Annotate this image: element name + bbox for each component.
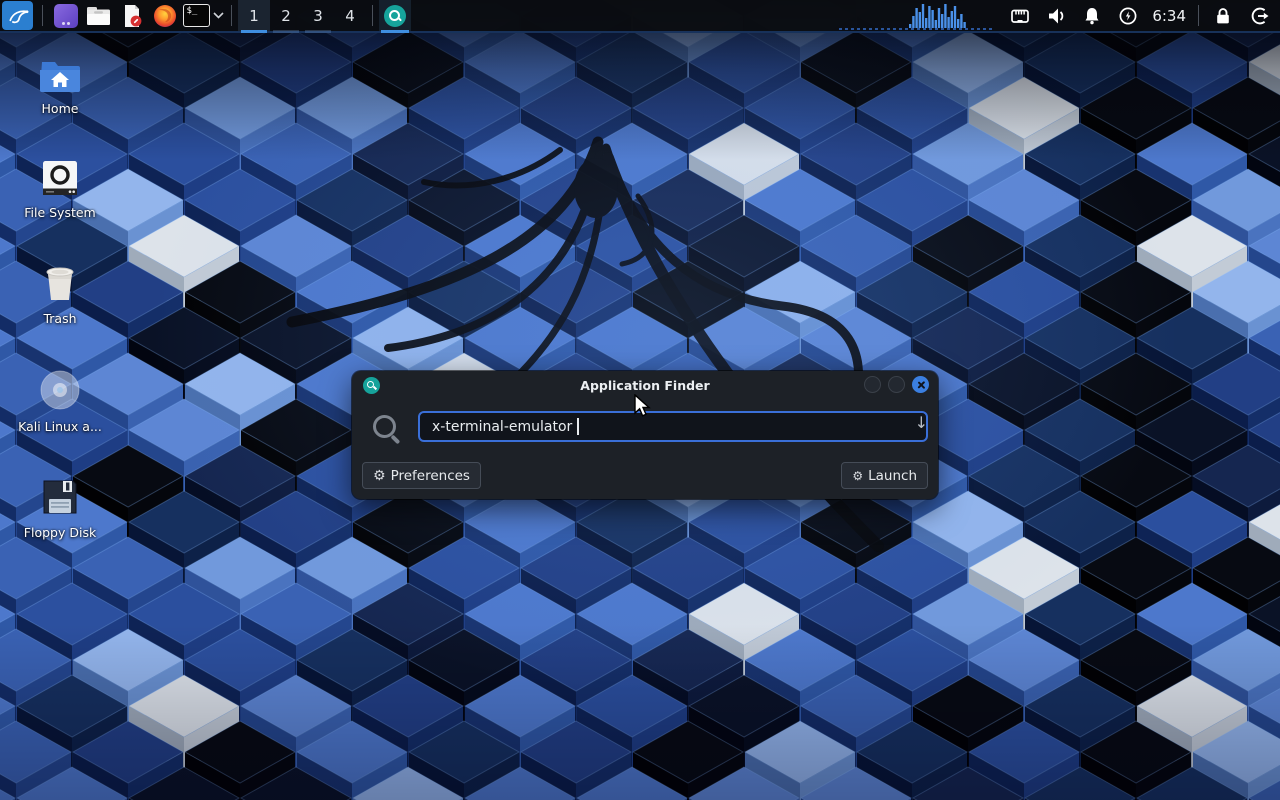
launch-button-label: Launch bbox=[868, 468, 917, 484]
floppy-disk-icon bbox=[39, 476, 81, 518]
files-app-icon bbox=[54, 4, 78, 28]
desktop-icon-trash[interactable]: Trash bbox=[10, 262, 110, 326]
panel-separator bbox=[372, 5, 373, 26]
clock[interactable]: 6:34 bbox=[1146, 7, 1192, 25]
desktop-icon-floppy-disk[interactable]: Floppy Disk bbox=[10, 476, 110, 540]
desktop-icon-file-system[interactable]: File System bbox=[10, 158, 110, 220]
launcher-files-app[interactable] bbox=[49, 1, 82, 30]
app-finder-active-underline bbox=[381, 30, 409, 33]
file-system-drive-icon bbox=[40, 158, 80, 198]
workspace-4[interactable]: 4 bbox=[334, 0, 366, 31]
launcher-terminal-dropdown[interactable] bbox=[211, 1, 225, 30]
minimize-button[interactable] bbox=[864, 376, 881, 393]
launcher-file-manager[interactable] bbox=[82, 1, 115, 30]
workspace-1[interactable]: 1 bbox=[238, 0, 270, 31]
application-finder-window: Application Finder ↓ ⚙ Preferences ⚙ Lau… bbox=[352, 371, 938, 499]
close-button[interactable] bbox=[912, 376, 929, 393]
button-row: ⚙ Preferences ⚙ Launch bbox=[352, 462, 938, 489]
volume-icon[interactable] bbox=[1045, 5, 1067, 27]
power-manager-icon[interactable] bbox=[1117, 5, 1139, 27]
panel-separator bbox=[231, 5, 232, 26]
logout-icon[interactable] bbox=[1248, 5, 1270, 27]
run-gear-icon: ⚙ bbox=[852, 469, 863, 483]
search-icon-large bbox=[371, 413, 403, 445]
lock-icon[interactable] bbox=[1212, 5, 1234, 27]
search-icon bbox=[384, 5, 406, 27]
launcher-text-editor[interactable] bbox=[115, 1, 148, 30]
workspace-3-label: 3 bbox=[313, 7, 323, 25]
panel-separator bbox=[1198, 5, 1199, 26]
desktop-icon-label: Floppy Disk bbox=[24, 525, 96, 540]
desktop-icon-label: File System bbox=[24, 205, 96, 220]
chevron-down-icon bbox=[213, 12, 224, 19]
desktop-icon-kali-docs[interactable]: Kali Linux a... bbox=[10, 368, 110, 434]
workspace-1-label: 1 bbox=[249, 7, 259, 25]
firefox-icon bbox=[153, 4, 177, 28]
workspace-4-label: 4 bbox=[345, 7, 355, 25]
kali-logo-icon bbox=[6, 4, 30, 28]
desktop-icon-label: Trash bbox=[43, 311, 76, 326]
launch-button[interactable]: ⚙ Launch bbox=[841, 462, 928, 489]
search-input[interactable] bbox=[418, 411, 928, 442]
panel-separator bbox=[42, 5, 43, 26]
applications-menu-button[interactable] bbox=[2, 1, 33, 30]
launcher-firefox[interactable] bbox=[148, 1, 181, 30]
text-caret bbox=[577, 418, 579, 435]
gear-icon: ⚙ bbox=[373, 469, 386, 483]
search-row: ↓ bbox=[352, 407, 938, 451]
top-panel: $_ 1 2 3 4 bbox=[0, 0, 1280, 33]
desktop-root: $_ 1 2 3 4 bbox=[0, 0, 1280, 800]
launcher-terminal[interactable]: $_ bbox=[181, 1, 211, 30]
home-folder-icon bbox=[38, 58, 82, 94]
desktop-icon-home[interactable]: Home bbox=[10, 58, 110, 116]
workspace-2-label: 2 bbox=[281, 7, 291, 25]
workspace-active-underline bbox=[241, 30, 267, 33]
network-icon[interactable] bbox=[1009, 5, 1031, 27]
text-editor-icon bbox=[120, 4, 144, 28]
desktop-icon-label: Kali Linux a... bbox=[18, 419, 102, 434]
folder-icon bbox=[86, 5, 111, 26]
workspace-2[interactable]: 2 bbox=[270, 0, 302, 31]
titlebar[interactable]: Application Finder bbox=[352, 371, 938, 400]
app-finder-panel-button[interactable] bbox=[379, 0, 411, 31]
notifications-bell-icon[interactable] bbox=[1081, 5, 1103, 27]
optical-disc-icon bbox=[38, 368, 82, 412]
window-title: Application Finder bbox=[352, 378, 938, 393]
desktop-icon-label: Home bbox=[42, 101, 79, 116]
workspace-3[interactable]: 3 bbox=[302, 0, 334, 31]
maximize-button[interactable] bbox=[888, 376, 905, 393]
cpu-graph[interactable] bbox=[839, 0, 994, 32]
preferences-button[interactable]: ⚙ Preferences bbox=[362, 462, 481, 489]
trash-icon bbox=[39, 262, 81, 304]
dropdown-arrow-icon[interactable]: ↓ bbox=[915, 415, 928, 431]
preferences-button-label: Preferences bbox=[391, 468, 470, 484]
terminal-icon: $_ bbox=[183, 4, 210, 27]
